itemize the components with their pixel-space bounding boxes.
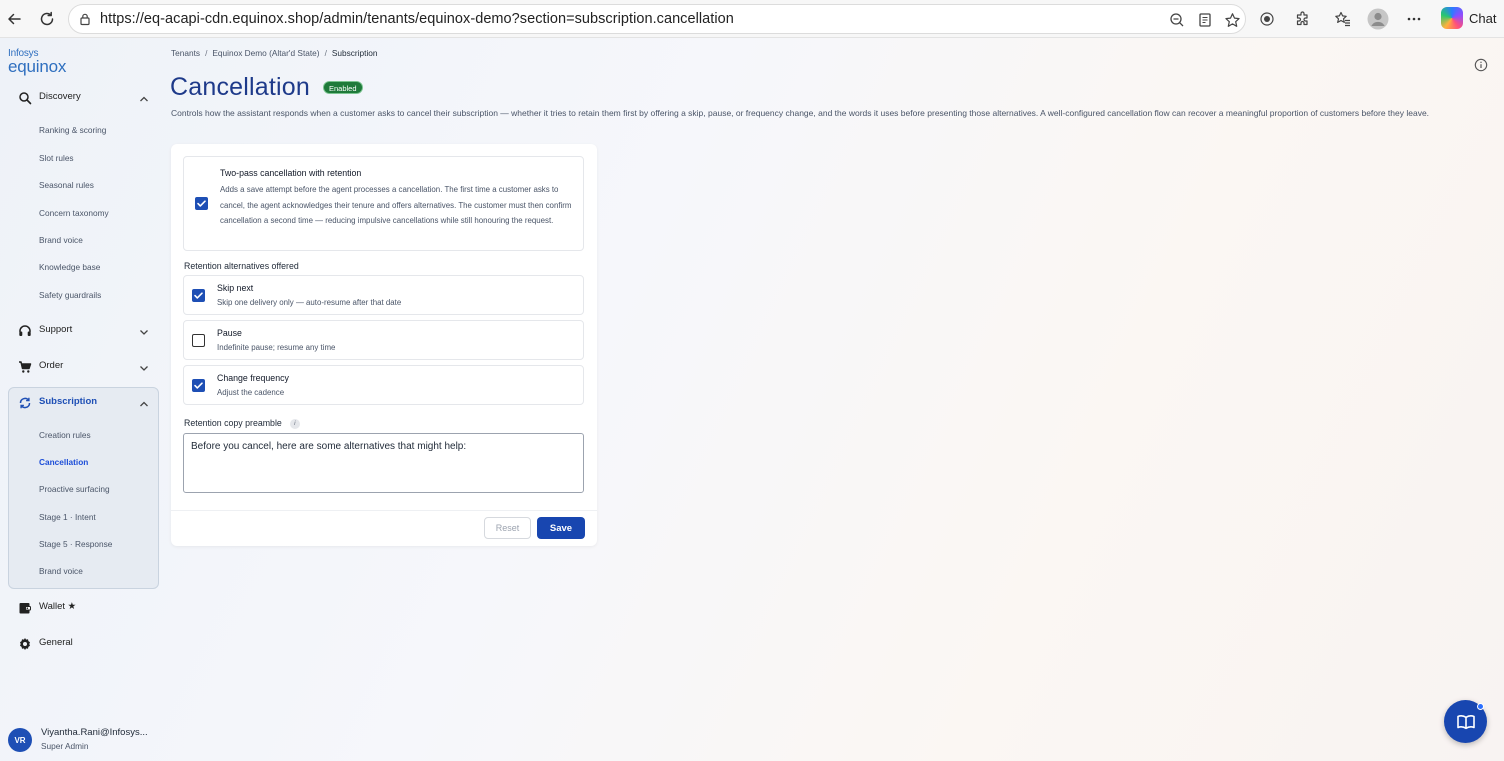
two-pass-option[interactable]: Two-pass cancellation with retention Add… xyxy=(183,156,584,251)
chat-label: Chat xyxy=(1469,10,1497,26)
sidebar-item-brand-voice-subscription[interactable]: Brand voice xyxy=(39,566,83,576)
skip-next-checkbox[interactable] xyxy=(192,289,205,302)
card-divider xyxy=(171,510,597,511)
copilot-logo-icon xyxy=(1441,7,1463,29)
breadcrumb-tenant[interactable]: Equinox Demo (Altar'd State) xyxy=(212,48,319,58)
sidebar-item-seasonal-rules[interactable]: Seasonal rules xyxy=(39,180,94,190)
favorite-star-icon[interactable] xyxy=(1224,12,1240,28)
preamble-label: Retention copy preamble i xyxy=(184,418,300,429)
info-icon[interactable]: i xyxy=(289,419,300,429)
reload-icon[interactable] xyxy=(37,9,57,29)
option-description: Adjust the cadence xyxy=(217,388,285,397)
sidebar-item-slot-rules[interactable]: Slot rules xyxy=(39,153,74,163)
chevron-down-icon xyxy=(138,325,150,337)
notification-dot xyxy=(1477,703,1484,710)
two-pass-title: Two-pass cancellation with retention xyxy=(220,168,362,178)
option-pause[interactable]: Pause Indefinite pause; resume any time xyxy=(183,320,584,360)
sidebar-section-order[interactable]: Order xyxy=(9,356,158,378)
extensions-icon[interactable] xyxy=(1293,9,1313,29)
chevron-down-icon xyxy=(138,361,150,373)
option-description: Skip one delivery only — auto-resume aft… xyxy=(217,298,402,307)
sidebar-item-safety-guardrails[interactable]: Safety guardrails xyxy=(39,290,101,300)
option-description: Indefinite pause; resume any time xyxy=(217,343,336,352)
user-profile[interactable]: VR Viyantha.Rani@Infosys... Super Admin xyxy=(8,726,163,754)
preamble-label-text: Retention copy preamble xyxy=(184,418,282,428)
cart-icon xyxy=(18,360,32,374)
preamble-textarea[interactable]: Before you cancel, here are some alterna… xyxy=(183,433,584,493)
browser-toolbar: https://eq-acapi-cdn.equinox.shop/admin/… xyxy=(0,0,1504,38)
more-options-icon[interactable] xyxy=(1404,9,1424,29)
profile-avatar-icon[interactable] xyxy=(1367,8,1389,30)
option-title: Change frequency xyxy=(217,373,289,383)
sidebar-section-label: Discovery xyxy=(39,91,81,102)
breadcrumb: Tenants / Equinox Demo (Altar'd State) / Sub… xyxy=(171,48,378,58)
sidebar-item-concern-taxonomy[interactable]: Concern taxonomy xyxy=(39,208,109,218)
reader-view-icon[interactable] xyxy=(1197,12,1213,28)
sidebar-section-label: Support xyxy=(39,324,73,335)
user-role: Super Admin xyxy=(41,741,89,751)
sidebar-section-label: Subscription xyxy=(39,396,98,407)
sidebar-item-proactive-surfacing[interactable]: Proactive surfacing xyxy=(39,484,110,494)
option-title: Skip next xyxy=(217,283,254,293)
change-frequency-checkbox[interactable] xyxy=(192,379,205,392)
sidebar-section-label: Order xyxy=(39,360,64,371)
option-title: Pause xyxy=(217,328,242,338)
sidebar-section-discovery[interactable]: Discovery xyxy=(9,87,158,109)
sidebar-section-support[interactable]: Support xyxy=(9,320,158,342)
retention-alternatives-label: Retention alternatives offered xyxy=(184,261,299,271)
sidebar-item-stage5-response[interactable]: Stage 5 · Response xyxy=(39,539,112,549)
brand-logo[interactable]: Infosys equinox xyxy=(8,49,67,76)
two-pass-description: Adds a save attempt before the agent pro… xyxy=(220,185,572,226)
sidebar-item-stage1-intent[interactable]: Stage 1 · Intent xyxy=(39,512,96,522)
chevron-up-icon xyxy=(138,92,150,104)
two-pass-checkbox[interactable] xyxy=(195,197,208,210)
sidebar-item-knowledge-base[interactable]: Knowledge base xyxy=(39,262,100,272)
pause-checkbox[interactable] xyxy=(192,334,205,347)
sidebar-section-label: Wallet ★ xyxy=(39,601,77,612)
sidebar: Infosys equinox Discovery Ranking & scor… xyxy=(0,38,166,761)
cancellation-settings-card: Two-pass cancellation with retention Add… xyxy=(171,144,597,546)
sidebar-item-brand-voice[interactable]: Brand voice xyxy=(39,235,83,245)
sidebar-section-wallet[interactable]: Wallet ★ xyxy=(9,597,158,619)
reset-button[interactable]: Reset xyxy=(484,517,531,539)
refresh-icon xyxy=(18,396,32,410)
option-change-frequency[interactable]: Change frequency Adjust the cadence xyxy=(183,365,584,405)
open-book-icon xyxy=(1456,714,1475,729)
address-bar[interactable]: https://eq-acapi-cdn.equinox.shop/admin/… xyxy=(68,4,1246,34)
sidebar-section-label: General xyxy=(39,637,73,648)
url-text: https://eq-acapi-cdn.equinox.shop/admin/… xyxy=(100,11,734,27)
search-icon xyxy=(18,91,32,105)
page-description: Controls how the assistant responds when… xyxy=(171,108,1430,118)
breadcrumb-current: Subscription xyxy=(331,48,378,58)
sidebar-item-creation-rules[interactable]: Creation rules xyxy=(39,430,91,440)
option-skip-next[interactable]: Skip next Skip one delivery only — auto-… xyxy=(183,275,584,315)
user-name: Viyantha.Rani@Infosys... xyxy=(41,727,148,738)
help-book-button[interactable] xyxy=(1444,700,1487,743)
chevron-up-icon xyxy=(138,397,150,409)
lock-icon xyxy=(78,12,92,26)
zoom-out-icon[interactable] xyxy=(1169,12,1185,28)
sidebar-section-general[interactable]: General xyxy=(9,633,158,655)
sidebar-section-subscription[interactable]: Subscription xyxy=(9,392,158,414)
info-icon[interactable] xyxy=(1474,58,1488,72)
gear-icon xyxy=(18,637,32,651)
status-badge: Enabled xyxy=(323,81,363,94)
sidebar-item-cancellation[interactable]: Cancellation xyxy=(39,457,88,467)
app-root: Infosys equinox Discovery Ranking & scor… xyxy=(0,38,1504,761)
avatar: VR xyxy=(8,728,32,752)
breadcrumb-tenants[interactable]: Tenants xyxy=(171,48,200,58)
wallet-icon xyxy=(18,601,32,615)
headset-icon xyxy=(18,324,32,338)
back-arrow-icon[interactable] xyxy=(4,9,24,29)
favorites-icon[interactable] xyxy=(1333,9,1353,29)
copilot-chat-button[interactable]: Chat xyxy=(1436,4,1498,32)
page-title: Cancellation xyxy=(170,73,310,101)
save-button[interactable]: Save xyxy=(537,517,585,539)
sidebar-item-ranking-scoring[interactable]: Ranking & scoring xyxy=(39,125,106,135)
brand-line2: equinox xyxy=(8,57,67,76)
record-icon[interactable] xyxy=(1257,9,1277,29)
